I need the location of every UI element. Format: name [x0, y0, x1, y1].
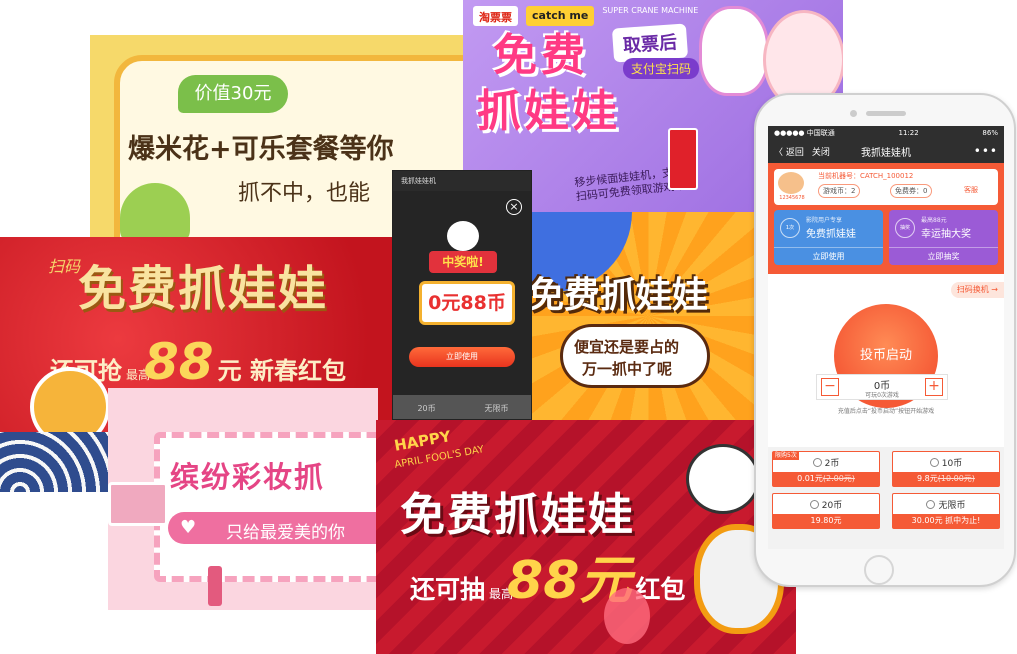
alipay-label: 支付宝扫码: [623, 58, 700, 79]
popup-screenshot: 我抓娃娃机 × 中奖啦! 0元88币 立即使用 20币 无限币: [392, 170, 532, 420]
bubble-line1: 便宜还是要占的: [574, 338, 680, 356]
machine-id: 当前机器号：CATCH_100012: [818, 172, 914, 180]
coin-icon: [809, 500, 819, 509]
heart-icon: ♥: [180, 517, 197, 538]
home-button[interactable]: [864, 555, 894, 585]
free-title-line2: 抓娃娃: [477, 86, 621, 137]
use-now-link[interactable]: 立即使用: [774, 247, 883, 265]
time-label: 11:22: [898, 128, 919, 137]
palette-icon: [108, 482, 168, 526]
battery-label: 86%: [982, 128, 998, 137]
game-coins: 游戏币：2: [818, 184, 861, 198]
bear-mascot-icon: [686, 444, 760, 514]
coin-icon: [929, 458, 939, 467]
makeup-title: 缤纷彩妆抓: [170, 460, 326, 494]
prize-box: 中奖啦! 0元88币: [405, 221, 521, 361]
user-id: 12345678: [779, 195, 805, 201]
bubble-line2: 万一抓中了呢: [582, 360, 673, 378]
carrier-label: ●●●●● 中国联通: [774, 128, 835, 137]
nav-bar: 〈 返回 关闭 我抓娃娃机 •••: [768, 139, 1004, 163]
catchme-logo: catch me: [526, 6, 595, 26]
phone-screen: ●●●●● 中国联通 11:22 86% 〈 返回 关闭 我抓娃娃机 ••• 1…: [768, 126, 1004, 549]
lottery-promo[interactable]: 抽奖 最高88元 幸运抽大奖 立即抽奖: [889, 210, 998, 265]
more-icon[interactable]: •••: [974, 144, 998, 158]
scan-switch-button[interactable]: 扫码换机 →: [950, 282, 1004, 298]
april-title: 免费抓娃娃: [400, 488, 636, 541]
mouse-mascot-icon: [447, 221, 479, 251]
back-button[interactable]: 〈 返回: [774, 145, 804, 158]
popcorn-subtitle: 抓不中，也能: [238, 181, 371, 206]
account-header: 12345678 当前机器号：CATCH_100012 游戏币：2 免费券：0 …: [768, 163, 1004, 274]
catchme-logo-sub: SUPER CRANE MACHINE: [602, 6, 699, 15]
cat-mascot-icon: [699, 6, 769, 96]
close-button[interactable]: 关闭: [812, 145, 830, 158]
lipstick-icon: [208, 566, 222, 606]
hint-text: 充值后点击“投币启动”按钮开始游戏: [837, 408, 935, 415]
ticket-label: 取票后: [611, 23, 689, 63]
plus-button[interactable]: +: [925, 378, 943, 396]
free-title-line1: 免费: [493, 30, 589, 81]
value-tag: 价值30元: [178, 75, 288, 113]
status-bar: ●●●●● 中国联通 11:22 86%: [768, 126, 1004, 139]
coin-icon: [926, 500, 936, 509]
brand-logos: 淘票票 catch me SUPER CRANE MACHINE: [473, 6, 698, 26]
coin-pack-unlimited[interactable]: 无限币 30.00元 抓中为止!: [892, 493, 1000, 529]
taopiaopiao-logo: 淘票票: [473, 6, 518, 26]
banner-april-fools: HAPPY APRIL FOOL'S DAY 免费抓娃娃 还可抽 最高 88元 …: [376, 420, 796, 654]
draw-now-link[interactable]: 立即抽奖: [889, 247, 998, 265]
popcorn-title: 爆米花+可乐套餐等你: [128, 134, 394, 165]
ticket-icon: 1次: [780, 218, 800, 238]
cheap-title: 免费抓娃娃: [532, 275, 709, 316]
banner-cheap: 免费抓娃娃 便宜还是要占的 万一抓中了呢: [532, 212, 765, 420]
play-area: 扫码换机 → 投币启动 − 0币 可玩0次游戏 + 充值后点击“投币启动”按钮开…: [768, 274, 1004, 447]
coin-packs: 限购5次 2币 0.01元(2.00元) 10币 9.8元(10.00元) 20…: [768, 447, 1004, 549]
phone-mockup: ●●●●● 中国联通 11:22 86% 〈 返回 关闭 我抓娃娃机 ••• 1…: [754, 93, 1016, 587]
avatar: [778, 172, 804, 194]
close-icon[interactable]: ×: [506, 199, 522, 215]
free-coupons: 免费券：0: [890, 184, 933, 198]
balloon-icon: [604, 588, 650, 644]
popup-footer: 20币 无限币: [393, 395, 531, 419]
free-play-promo[interactable]: 1次 影院用户专享 免费抓娃娃 立即使用: [774, 210, 883, 265]
coin-stepper: − 0币 可玩0次游戏 +: [816, 374, 948, 400]
crane-machine-icon: [668, 128, 698, 190]
lottery-icon: 抽奖: [895, 218, 915, 238]
scan-label: 扫码: [48, 257, 81, 276]
use-now-button[interactable]: 立即使用: [409, 347, 515, 367]
speaker-icon: [866, 111, 906, 116]
account-card: 12345678 当前机器号：CATCH_100012 游戏币：2 免费券：0 …: [774, 169, 998, 205]
makeup-subtitle: 只给最爱美的你: [226, 523, 345, 543]
banner-makeup: 缤纷彩妆抓 ♥ 只给最爱美的你: [108, 388, 378, 610]
coin-pack-10[interactable]: 10币 9.8元(10.00元): [892, 451, 1000, 487]
win-ribbon: 中奖啦!: [429, 251, 497, 273]
cny-title: 免费抓娃娃: [78, 261, 329, 317]
prize-amount: 0元88币: [419, 281, 515, 325]
camera-icon: [850, 110, 857, 117]
service-button[interactable]: 客服: [960, 184, 982, 198]
coin-icon: [812, 458, 822, 467]
coin-pack-20[interactable]: 20币 19.80元: [772, 493, 880, 529]
popup-header: 我抓娃娃机: [393, 171, 531, 191]
coin-pack-2[interactable]: 限购5次 2币 0.01元(2.00元): [772, 451, 880, 487]
